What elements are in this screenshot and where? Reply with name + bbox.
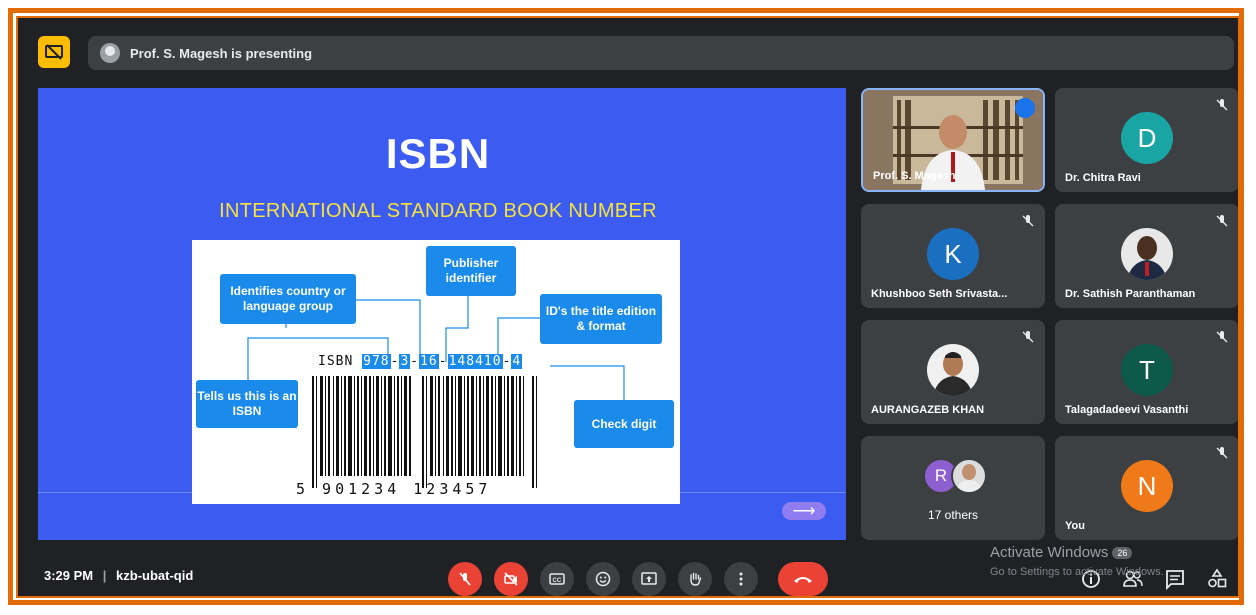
slide-title: ISBN bbox=[385, 130, 491, 177]
avatar: T bbox=[1121, 344, 1173, 396]
stop-presenting-icon[interactable] bbox=[38, 36, 70, 68]
activate-windows-text: Activate Windows bbox=[990, 544, 1109, 561]
mic-off-icon bbox=[1216, 215, 1228, 227]
avatar bbox=[927, 344, 979, 396]
avatar: D bbox=[1121, 112, 1173, 164]
captions-icon: CC bbox=[549, 573, 565, 585]
presenter-avatar bbox=[100, 43, 120, 63]
participant-name: Prof. S. Magesh bbox=[873, 170, 956, 182]
more-options-button[interactable] bbox=[724, 562, 758, 596]
tile-prof-magesh[interactable]: Prof. S. Magesh bbox=[861, 88, 1045, 192]
participant-name: You bbox=[1065, 520, 1085, 532]
box-country: Identifies country or language group bbox=[220, 274, 356, 324]
box-title-id: ID's the title edition & format bbox=[540, 294, 662, 344]
mic-toggle-button[interactable] bbox=[448, 562, 482, 596]
mic-off-icon bbox=[459, 572, 471, 586]
isbn-part-check: 4 bbox=[511, 354, 523, 369]
speaking-indicator-icon bbox=[1015, 98, 1035, 118]
next-slide-button[interactable]: ⟶ bbox=[782, 502, 826, 520]
meeting-code: kzb-ubat-qid bbox=[116, 568, 194, 583]
box-check-digit: Check digit bbox=[574, 400, 674, 448]
isbn-prefix: ISBN bbox=[318, 354, 354, 369]
others-count: 17 others bbox=[927, 508, 979, 522]
participant-name: Khushboo Seth Srivasta... bbox=[871, 288, 1008, 300]
activate-windows-title: Activate Windows 26 bbox=[990, 544, 1133, 561]
barcode-image bbox=[312, 376, 537, 488]
tile-others[interactable]: R 17 others bbox=[861, 436, 1045, 540]
emoji-icon bbox=[595, 571, 611, 587]
hand-icon bbox=[690, 572, 702, 586]
notification-badge: 26 bbox=[1112, 547, 1133, 560]
presenting-text: Prof. S. Magesh is presenting bbox=[130, 45, 313, 61]
participant-name: AURANGAZEB KHAN bbox=[871, 404, 985, 416]
isbn-part-title: 148410 bbox=[447, 354, 503, 369]
box-isbn-tag: Tells us this is an ISBN bbox=[196, 380, 298, 428]
tile-vasanthi[interactable]: T Talagadadeevi Vasanthi bbox=[1055, 320, 1238, 424]
present-button[interactable] bbox=[632, 562, 666, 596]
mic-off-icon bbox=[1022, 215, 1034, 227]
info-separator: | bbox=[102, 568, 107, 583]
presented-slide: ISBN INTERNATIONAL STANDARD BOOK NUMBER … bbox=[38, 88, 846, 540]
clock-time: 3:29 PM bbox=[44, 568, 94, 583]
chat-icon[interactable] bbox=[1164, 568, 1186, 590]
present-screen-icon bbox=[641, 572, 657, 585]
mic-off-icon bbox=[1216, 99, 1228, 111]
tile-khushboo[interactable]: K Khushboo Seth Srivasta... bbox=[861, 204, 1045, 308]
leave-call-button[interactable] bbox=[778, 562, 828, 596]
isbn-number: ISBN 978-3-16-148410-4 bbox=[318, 354, 523, 369]
isbn-part-publisher: 16 bbox=[419, 354, 439, 369]
captions-button[interactable]: CC bbox=[540, 562, 574, 596]
tile-chitra-ravi[interactable]: D Dr. Chitra Ravi bbox=[1055, 88, 1238, 192]
participant-name: Dr. Chitra Ravi bbox=[1065, 172, 1141, 184]
isbn-diagram: Identifies country or language group Pub… bbox=[192, 240, 680, 504]
presenting-banner: Prof. S. Magesh is presenting bbox=[88, 36, 1234, 70]
bottom-bar: 3:29 PM | kzb-ubat-qid CC bbox=[18, 558, 1238, 596]
top-bar: Prof. S. Magesh is presenting bbox=[32, 30, 1238, 70]
participant-name: Dr. Sathish Paranthaman bbox=[1065, 288, 1196, 300]
activate-windows-subtitle: Go to Settings to activate Windows. bbox=[990, 566, 1164, 578]
avatar: K bbox=[927, 228, 979, 280]
avatar: N bbox=[1121, 460, 1173, 512]
avatar-photo bbox=[951, 458, 987, 494]
mic-off-icon bbox=[1216, 331, 1228, 343]
tile-sathish[interactable]: Dr. Sathish Paranthaman bbox=[1055, 204, 1238, 308]
tile-aurangazeb[interactable]: AURANGAZEB KHAN bbox=[861, 320, 1045, 424]
hang-up-icon bbox=[794, 577, 812, 583]
more-vert-icon bbox=[739, 572, 743, 586]
barcode-digits: 5 901234 123457 bbox=[296, 480, 492, 498]
mic-off-icon bbox=[1216, 447, 1228, 459]
tile-you[interactable]: N You bbox=[1055, 436, 1238, 540]
activities-icon[interactable] bbox=[1206, 568, 1228, 590]
box-publisher: Publisher identifier bbox=[426, 246, 516, 296]
raise-hand-button[interactable] bbox=[678, 562, 712, 596]
avatar bbox=[1121, 228, 1173, 280]
slide-subtitle: INTERNATIONAL STANDARD BOOK NUMBER bbox=[219, 200, 657, 222]
meet-window: Prof. S. Magesh is presenting ISBN INTER… bbox=[16, 16, 1240, 598]
camera-toggle-button[interactable] bbox=[494, 562, 528, 596]
mic-off-icon bbox=[1022, 331, 1034, 343]
meeting-info: 3:29 PM | kzb-ubat-qid bbox=[44, 568, 193, 583]
reactions-button[interactable] bbox=[586, 562, 620, 596]
isbn-part-group: 3 bbox=[399, 354, 411, 369]
participant-name: Talagadadeevi Vasanthi bbox=[1065, 404, 1189, 416]
svg-text:CC: CC bbox=[553, 578, 562, 584]
camera-off-icon bbox=[504, 572, 518, 586]
isbn-part-ean: 978 bbox=[362, 354, 391, 369]
